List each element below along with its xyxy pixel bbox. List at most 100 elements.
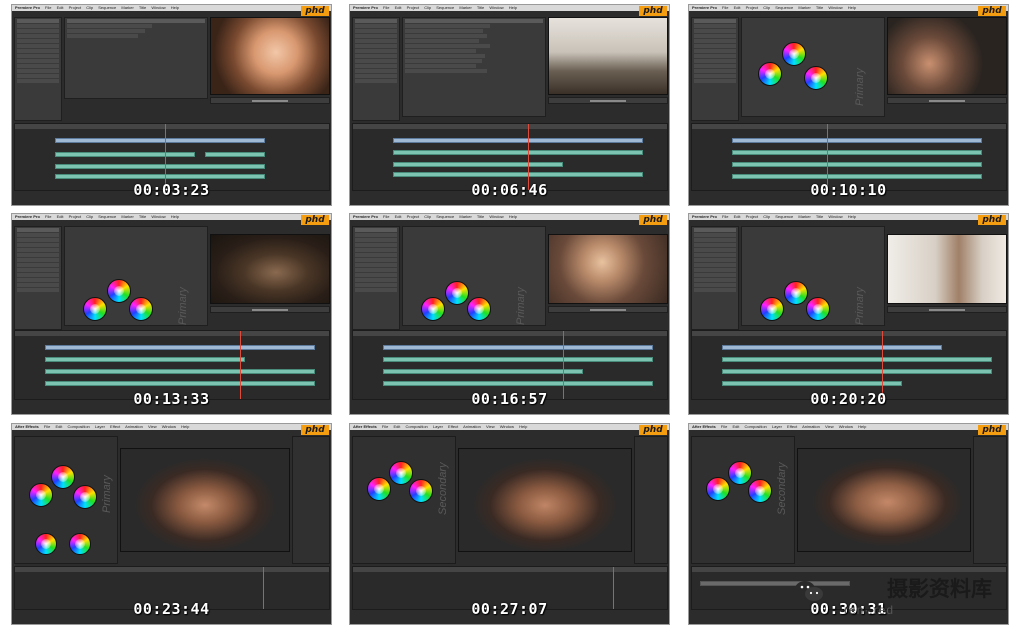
menu-item[interactable]: Title (139, 214, 146, 219)
menu-item[interactable]: Sequence (775, 214, 793, 219)
menu-item[interactable]: Project (407, 5, 419, 10)
color-wheel-secondary-a[interactable] (35, 533, 57, 555)
menu-item[interactable]: Window (500, 424, 514, 429)
color-wheel-shadows[interactable] (107, 279, 131, 303)
menu-item[interactable]: Layer (772, 424, 782, 429)
menu-item[interactable]: Window (828, 214, 842, 219)
menu-item[interactable]: Animation (463, 424, 481, 429)
menu-item[interactable]: Edit (734, 5, 741, 10)
project-panel[interactable] (14, 226, 62, 330)
menu-item[interactable]: Help (858, 424, 866, 429)
menu-item[interactable]: Sequence (436, 5, 454, 10)
menu-item[interactable]: File (383, 5, 389, 10)
color-wheel-midtones[interactable] (367, 477, 391, 501)
menu-item[interactable]: Project (69, 5, 81, 10)
transport-controls[interactable] (210, 306, 330, 313)
effect-controls-panel[interactable] (402, 17, 546, 117)
color-wheel-shadows[interactable] (389, 461, 413, 485)
color-wheel-midtones[interactable] (29, 483, 53, 507)
menu-item[interactable]: Help (171, 214, 179, 219)
menu-item[interactable]: Project (407, 214, 419, 219)
color-wheel-shadows[interactable] (51, 465, 75, 489)
menu-item[interactable]: Clip (424, 214, 431, 219)
menu-item[interactable]: Layer (95, 424, 105, 429)
menu-item[interactable]: Title (139, 5, 146, 10)
effect-controls-panel[interactable]: Primary (14, 436, 118, 564)
menu-item[interactable]: File (722, 5, 728, 10)
color-wheel-shadows[interactable] (728, 461, 752, 485)
menu-item[interactable]: Help (509, 5, 517, 10)
menu-item[interactable]: Layer (433, 424, 443, 429)
menu-item[interactable]: Help (171, 5, 179, 10)
menu-item[interactable]: Marker (121, 214, 133, 219)
menu-item[interactable]: Effect (787, 424, 797, 429)
menu-item[interactable]: Clip (763, 5, 770, 10)
project-panel[interactable] (352, 226, 400, 330)
menu-item[interactable]: Composition (745, 424, 767, 429)
menu-item[interactable]: Title (816, 214, 823, 219)
project-panel[interactable] (14, 17, 62, 121)
info-panel[interactable] (973, 436, 1007, 564)
menu-item[interactable]: Effect (110, 424, 120, 429)
menu-item[interactable]: Marker (798, 214, 810, 219)
menu-item[interactable]: File (721, 424, 727, 429)
menu-item[interactable]: Sequence (775, 5, 793, 10)
info-panel[interactable] (292, 436, 330, 564)
transport-controls[interactable] (210, 97, 330, 104)
menu-item[interactable]: Marker (459, 5, 471, 10)
menu-item[interactable]: Edit (395, 5, 402, 10)
effect-controls-panel[interactable]: Primary (741, 17, 885, 117)
menu-item[interactable]: Edit (56, 424, 63, 429)
menu-item[interactable]: File (722, 214, 728, 219)
menu-item[interactable]: View (486, 424, 495, 429)
menu-item[interactable]: Composition (68, 424, 90, 429)
menu-item[interactable]: Edit (394, 424, 401, 429)
menu-item[interactable]: File (382, 424, 388, 429)
color-wheel-highlights[interactable] (748, 479, 772, 503)
effect-controls-panel[interactable]: Secondary (352, 436, 456, 564)
color-wheel-midtones[interactable] (421, 297, 445, 321)
menu-item[interactable]: Window (151, 214, 165, 219)
menu-item[interactable]: File (45, 5, 51, 10)
color-wheel-highlights[interactable] (806, 297, 830, 321)
color-wheel-secondary-b[interactable] (69, 533, 91, 555)
menu-item[interactable]: Animation (802, 424, 820, 429)
menu-item[interactable]: Window (828, 5, 842, 10)
menu-item[interactable]: Clip (424, 5, 431, 10)
menu-item[interactable]: Project (746, 214, 758, 219)
menu-item[interactable]: File (45, 214, 51, 219)
menu-item[interactable]: Clip (86, 214, 93, 219)
menu-item[interactable]: Title (816, 5, 823, 10)
menu-item[interactable]: Edit (57, 5, 64, 10)
menu-item[interactable]: Marker (459, 214, 471, 219)
color-wheel-shadows[interactable] (445, 281, 469, 305)
menu-item[interactable]: Window (839, 424, 853, 429)
menu-item[interactable]: Window (162, 424, 176, 429)
menu-item[interactable]: File (44, 424, 50, 429)
color-wheel-shadows[interactable] (784, 281, 808, 305)
menu-item[interactable]: Animation (125, 424, 143, 429)
effect-controls-panel[interactable]: Primary (402, 226, 546, 326)
menu-item[interactable]: Help (848, 214, 856, 219)
menu-item[interactable]: File (383, 214, 389, 219)
menu-item[interactable]: Help (509, 214, 517, 219)
effect-controls-panel[interactable]: Primary (741, 226, 885, 326)
transport-controls[interactable] (887, 97, 1007, 104)
menu-item[interactable]: Help (519, 424, 527, 429)
menu-item[interactable]: Title (477, 5, 484, 10)
menu-item[interactable]: Composition (406, 424, 428, 429)
project-panel[interactable] (352, 17, 400, 121)
color-wheel-highlights[interactable] (467, 297, 491, 321)
color-wheel-highlights[interactable] (804, 66, 828, 90)
menu-item[interactable]: Window (489, 214, 503, 219)
project-panel[interactable] (691, 17, 739, 121)
menu-item[interactable]: Effect (448, 424, 458, 429)
effect-controls-panel[interactable]: Primary (64, 226, 208, 326)
menu-item[interactable]: Edit (734, 214, 741, 219)
menu-item[interactable]: Edit (733, 424, 740, 429)
menu-item[interactable]: Project (69, 214, 81, 219)
info-panel[interactable] (634, 436, 668, 564)
color-wheel-midtones[interactable] (83, 297, 107, 321)
menu-item[interactable]: Edit (395, 214, 402, 219)
menu-item[interactable]: Sequence (98, 5, 116, 10)
